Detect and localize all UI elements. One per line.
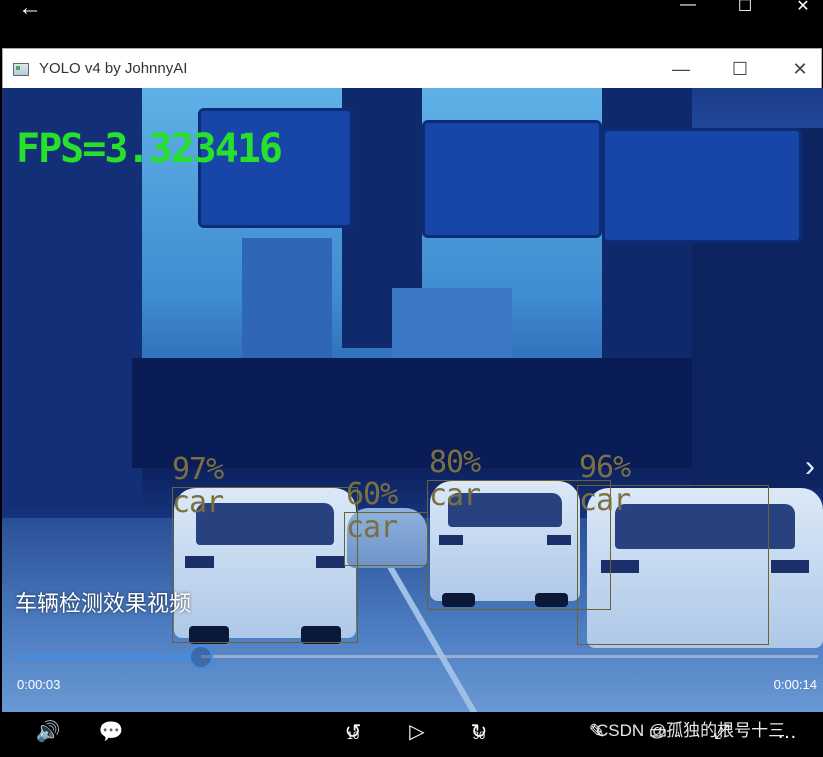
skip-back-button[interactable]: ↺ 10 — [336, 718, 370, 748]
detection-label: car — [579, 483, 631, 518]
detection-confidence: 97% — [172, 452, 224, 487]
window-maximize-button[interactable]: ☐ — [725, 57, 755, 81]
maximize-icon[interactable]: ☐ — [735, 0, 755, 16]
video-caption: 车辆检测效果视频 — [15, 591, 192, 616]
fps-readout: FPS=3.323416 — [16, 126, 283, 172]
minimize-icon[interactable]: — — [678, 0, 698, 16]
detection-confidence: 96% — [579, 450, 631, 485]
window-close-button[interactable]: ✕ — [785, 57, 815, 81]
detection-label: car — [429, 478, 481, 513]
volume-icon[interactable]: 🔊 — [31, 718, 65, 748]
subtitles-icon[interactable]: 💬 — [94, 718, 128, 748]
watermark: CSDN @孤独的根号十三 — [596, 721, 786, 740]
road-sign — [422, 120, 602, 238]
detection-label: car — [172, 485, 224, 520]
building — [392, 288, 512, 368]
skip-forward-label: 30 — [472, 730, 486, 742]
detection-confidence: 80% — [429, 445, 481, 480]
seek-bar[interactable] — [17, 645, 818, 669]
detection-label: car — [346, 510, 398, 545]
skip-back-label: 10 — [346, 730, 360, 742]
window-titlebar: YOLO v4 by JohnnyAI — ☐ ✕ — [3, 49, 821, 89]
back-arrow-icon[interactable]: ← — [18, 0, 42, 22]
video-frame[interactable]: FPS=3.323416 97% car 60% car 80% car 96%… — [2, 88, 823, 712]
building — [242, 238, 332, 358]
app-icon — [13, 63, 29, 76]
seek-bar-fill — [17, 655, 202, 658]
current-time: 0:00:03 — [17, 677, 61, 692]
next-chevron-icon[interactable]: › — [805, 450, 815, 484]
window-title: YOLO v4 by JohnnyAI — [39, 60, 188, 77]
close-icon[interactable]: ✕ — [793, 0, 813, 16]
play-icon[interactable]: ▷ — [400, 718, 434, 748]
total-time: 0:00:14 — [773, 677, 817, 692]
road-sign — [602, 128, 802, 243]
window-minimize-button[interactable]: — — [666, 57, 696, 81]
player-top-bar: ← — ☐ ✕ — [0, 0, 823, 48]
detection-confidence: 60% — [346, 477, 398, 512]
skip-forward-button[interactable]: ↻ 30 — [462, 718, 496, 748]
